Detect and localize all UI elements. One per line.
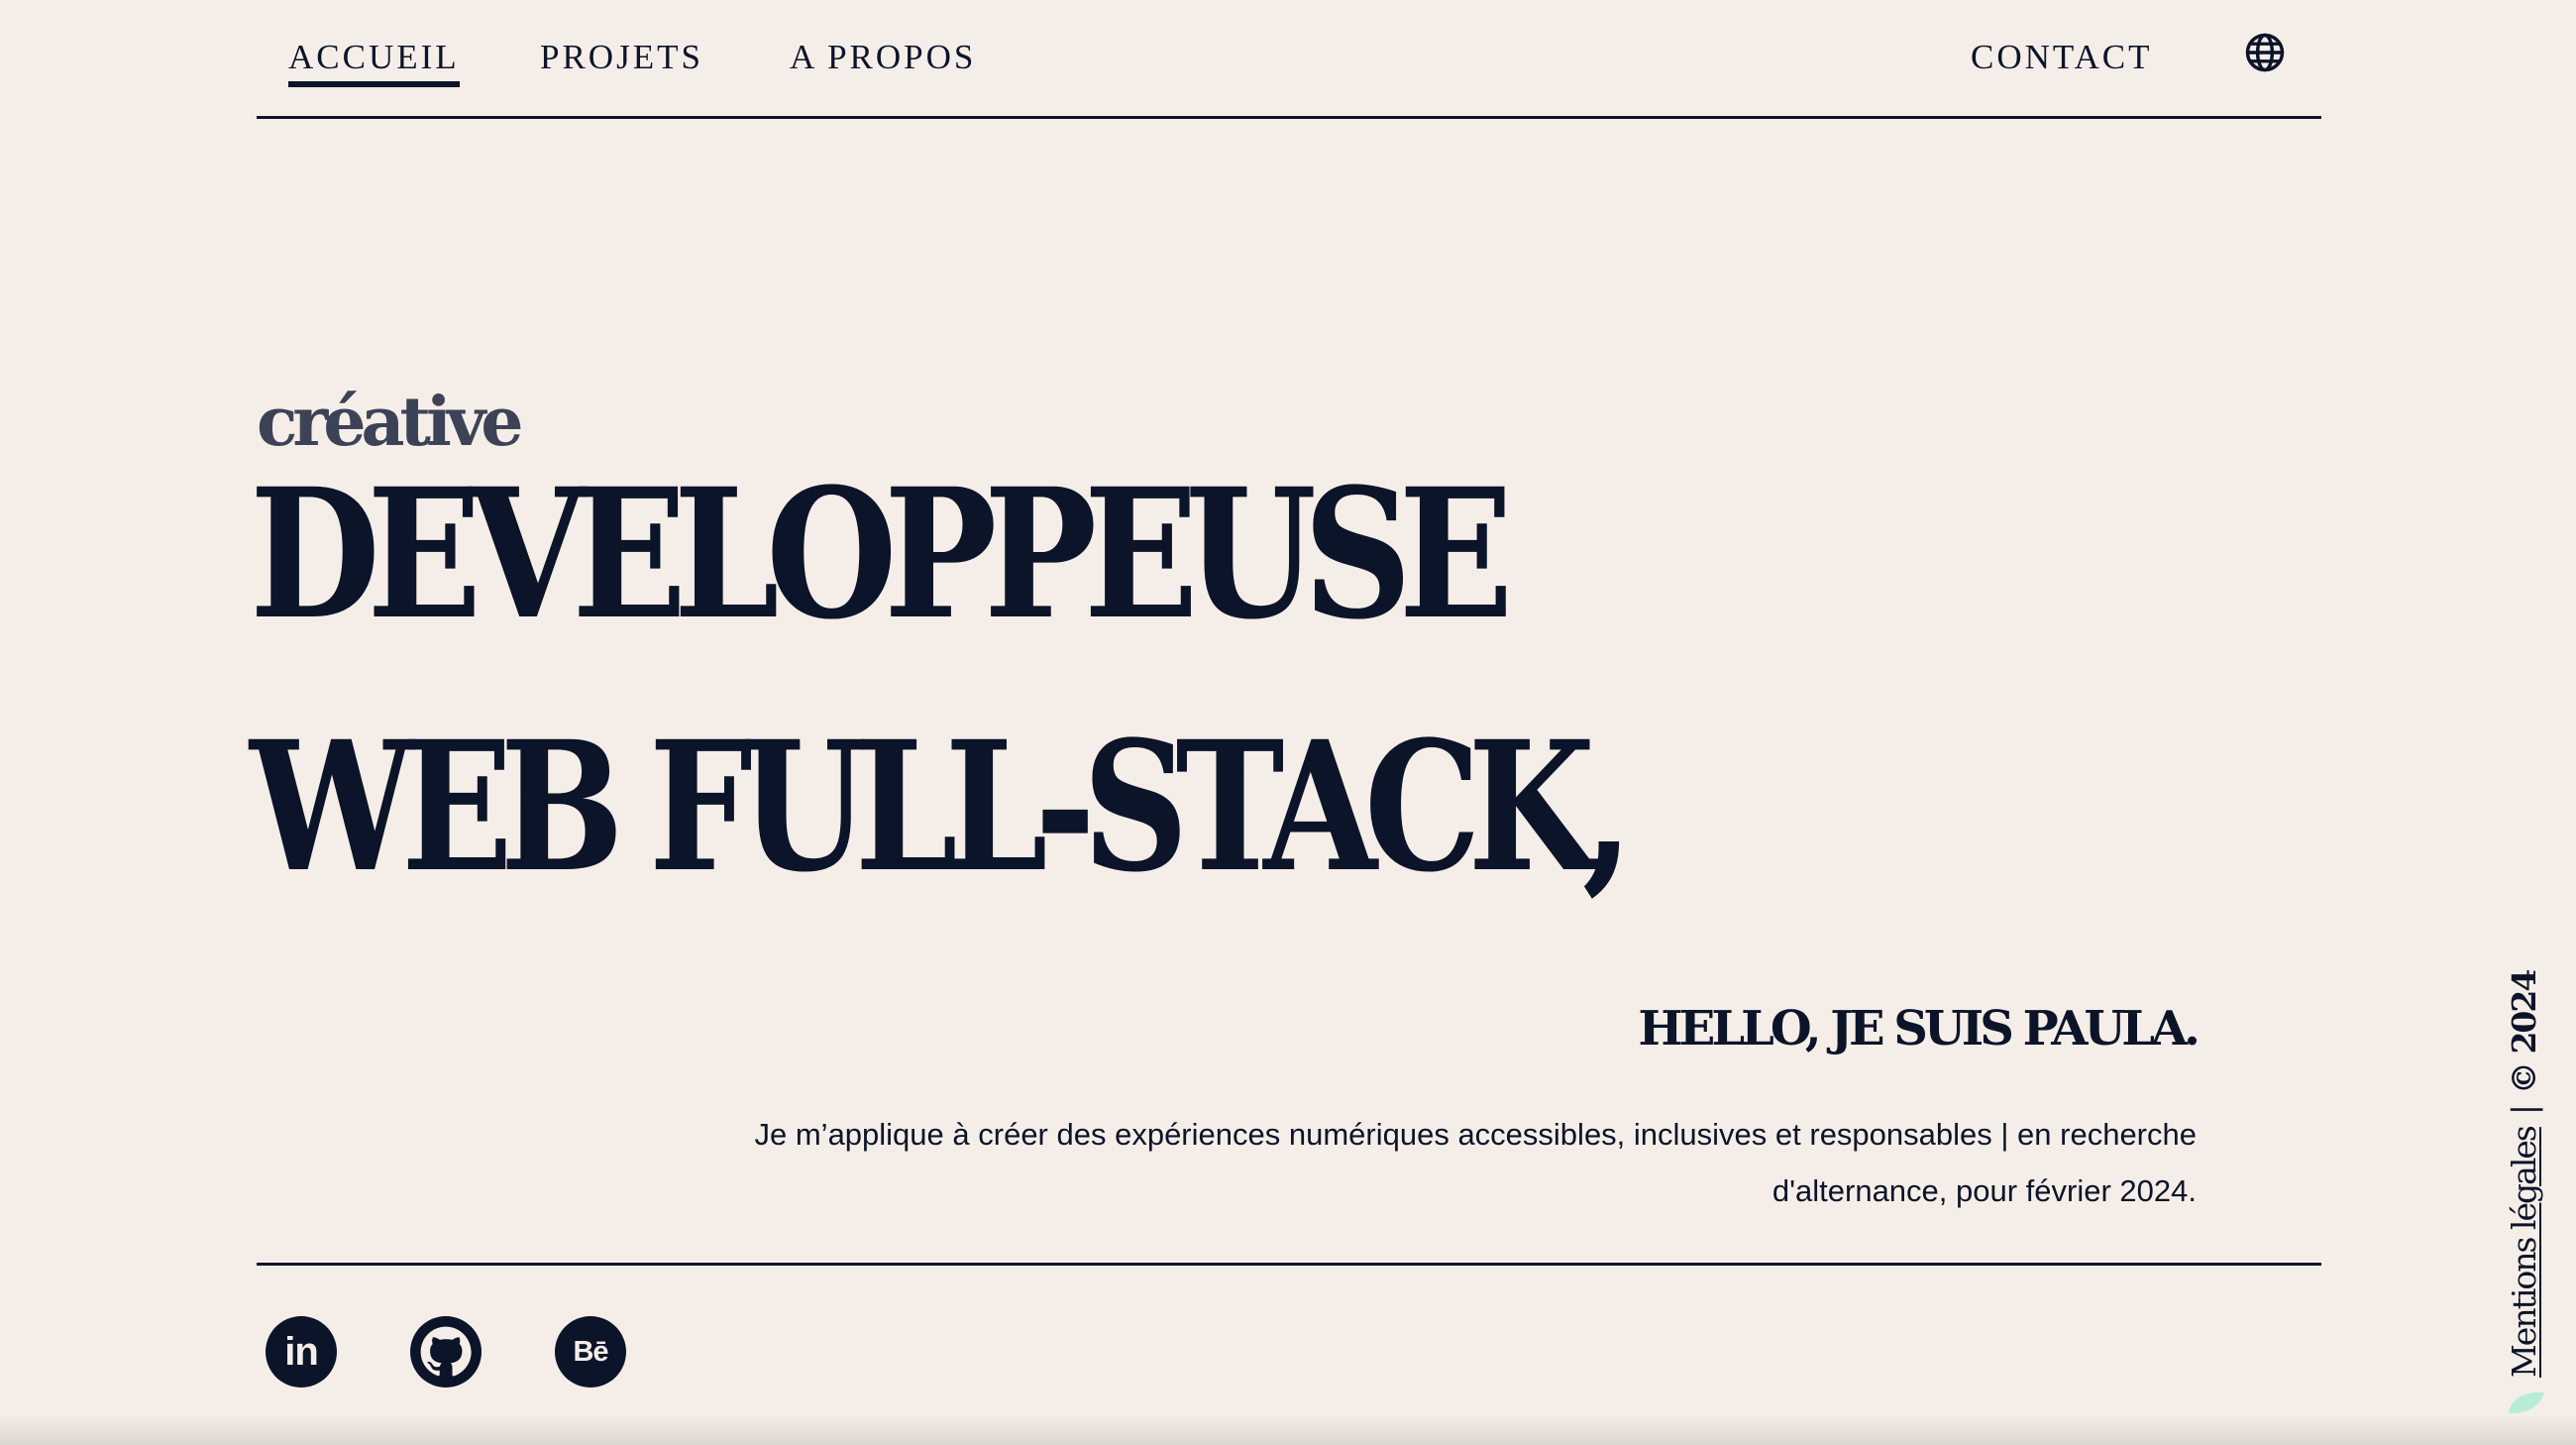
- github-link[interactable]: [410, 1316, 482, 1388]
- globe-icon[interactable]: [2244, 32, 2286, 73]
- legal-notice-link[interactable]: Mentions légales: [2505, 1127, 2544, 1378]
- linkedin-icon: in: [284, 1330, 319, 1374]
- greeting-heading: HELLO, JE SUIS PAULA.: [1638, 1001, 2200, 1056]
- bottom-shadow: [0, 1415, 2576, 1445]
- copyright-text: © 2024: [2505, 970, 2543, 1095]
- linkedin-link[interactable]: in: [266, 1316, 337, 1388]
- side-legal-block: Mentions légales | © 2024: [2505, 971, 2544, 1378]
- top-nav: ACCUEIL PROJETS A PROPOS CONTACT: [257, 0, 2321, 119]
- intro-line-2: d'alternance, pour février 2024.: [1771, 1173, 2197, 1208]
- hero-title-line-2: WEB FULL-STACK,: [250, 703, 1633, 912]
- side-separator: |: [2505, 1106, 2543, 1116]
- footer-divider: [257, 1263, 2321, 1266]
- behance-link[interactable]: Bē: [555, 1316, 626, 1388]
- intro-line-1: Je m’applique à créer des expériences nu…: [754, 1117, 2198, 1152]
- nav-link-accueil[interactable]: ACCUEIL: [288, 38, 460, 87]
- hero-kicker: créative: [257, 383, 524, 462]
- page: ACCUEIL PROJETS A PROPOS CONTACT créativ…: [0, 0, 2576, 1445]
- nav-link-projets[interactable]: PROJETS: [540, 38, 703, 77]
- intro-paragraph: Je m’applique à créer des expériences nu…: [611, 1106, 2198, 1219]
- github-icon: [420, 1326, 472, 1377]
- hero-title-line-1: DEVELOPPEUSE: [250, 450, 1514, 659]
- behance-icon: Bē: [573, 1335, 608, 1368]
- nav-link-a-propos[interactable]: A PROPOS: [790, 38, 976, 77]
- nav-link-contact[interactable]: CONTACT: [1971, 38, 2152, 77]
- leaf-icon: [2509, 1391, 2544, 1414]
